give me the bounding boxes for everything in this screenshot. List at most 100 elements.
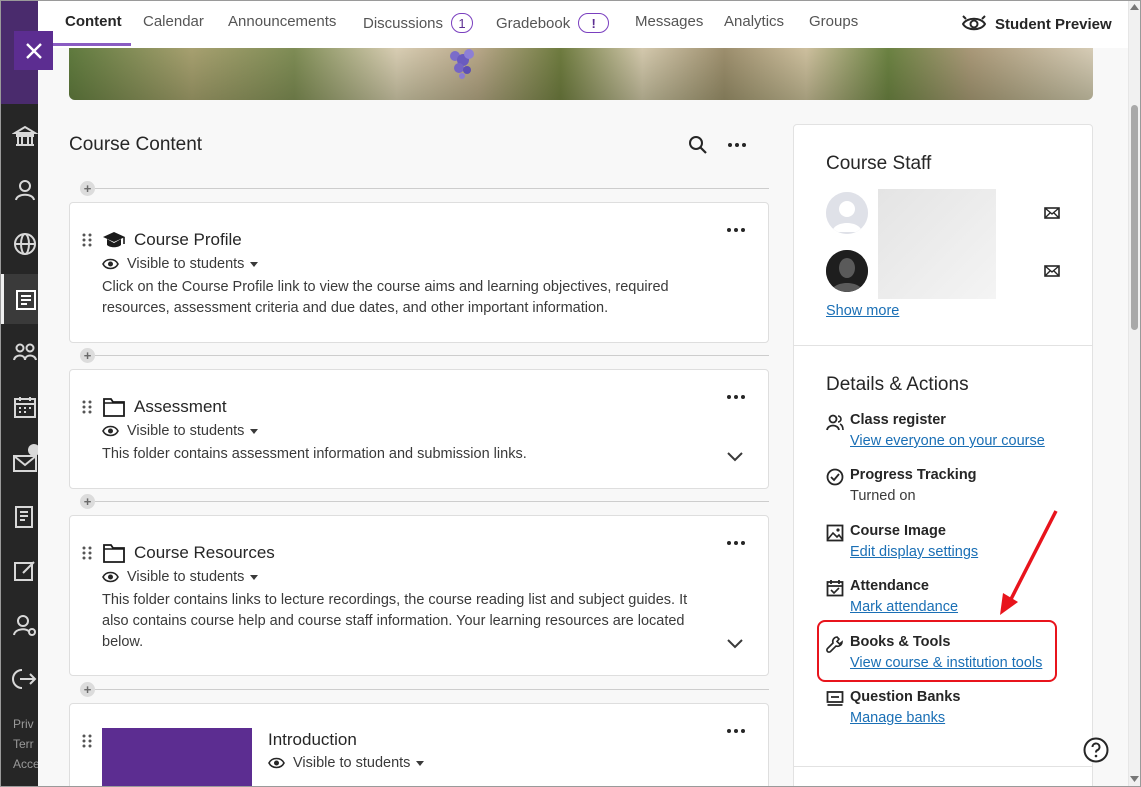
close-icon (25, 42, 42, 59)
content-item-description: This folder contains assessment informat… (102, 446, 527, 462)
globe-icon[interactable] (12, 231, 38, 257)
expand-chevron-icon[interactable] (726, 450, 744, 462)
check-circle-icon (826, 468, 844, 486)
search-icon[interactable] (688, 135, 708, 155)
item-more-options-icon[interactable] (726, 726, 746, 736)
edit-display-settings-link[interactable]: Edit display settings (850, 544, 978, 560)
add-content-button[interactable]: + (80, 181, 95, 196)
tab-content[interactable]: Content (65, 13, 122, 30)
expand-chevron-icon[interactable] (726, 637, 744, 649)
institution-icon[interactable] (12, 123, 38, 149)
add-content-button[interactable]: + (80, 682, 95, 697)
grades-icon[interactable] (12, 504, 38, 530)
more-options-icon[interactable] (726, 135, 748, 155)
gradebook-alert-badge: ! (578, 13, 610, 33)
course-staff-heading: Course Staff (826, 153, 932, 174)
visibility-dropdown[interactable]: Visible to students (102, 256, 259, 272)
mark-attendance-link[interactable]: Mark attendance (850, 599, 958, 615)
visibility-dropdown[interactable]: Visible to students (268, 755, 425, 771)
action-label[interactable]: Progress Tracking (850, 467, 977, 483)
tab-groups[interactable]: Groups (809, 13, 858, 30)
action-label: Attendance (850, 578, 929, 594)
question-bank-icon (826, 691, 844, 706)
content-item-title[interactable]: Course Resources (134, 543, 275, 563)
avatar[interactable] (826, 192, 868, 234)
drag-handle-icon[interactable] (82, 734, 92, 748)
folder-icon (103, 544, 125, 563)
drag-handle-icon[interactable] (82, 546, 92, 560)
student-preview-icon (962, 15, 986, 31)
institution-nav-rail: Priv Terr Acce (0, 0, 38, 787)
content-item-title[interactable]: Assessment (134, 397, 227, 417)
tab-calendar[interactable]: Calendar (143, 13, 204, 30)
email-icon[interactable] (1044, 207, 1060, 219)
tab-gradebook[interactable]: Gradebook ! (496, 13, 610, 33)
discussions-count-badge: 1 (451, 13, 474, 33)
content-item-description: Click on the Course Profile link to view… (102, 279, 669, 316)
eye-icon (102, 571, 119, 583)
course-tabs: Content Calendar Announcements Discussio… (38, 0, 1128, 48)
courses-icon[interactable] (12, 287, 38, 313)
course-banner-image (69, 48, 1093, 100)
chevron-down-icon (250, 428, 259, 434)
introduction-thumbnail (102, 728, 252, 787)
rail-footer-terms[interactable]: Terr (13, 737, 34, 751)
drag-handle-icon[interactable] (82, 400, 92, 414)
admin-icon[interactable] (12, 612, 38, 638)
organizations-icon[interactable] (12, 340, 38, 366)
annotation-arrow (1000, 510, 1058, 615)
add-content-button[interactable]: + (80, 494, 95, 509)
content-item-title[interactable]: Course Profile (134, 230, 242, 250)
action-label: Course Image (850, 523, 946, 539)
close-course-button[interactable] (14, 31, 53, 70)
tab-analytics[interactable]: Analytics (724, 13, 784, 30)
item-more-options-icon[interactable] (726, 225, 746, 235)
item-more-options-icon[interactable] (726, 392, 746, 402)
people-icon (826, 414, 844, 431)
show-more-staff-link[interactable]: Show more (826, 303, 899, 319)
scroll-down-icon[interactable] (1130, 776, 1139, 782)
edit-icon[interactable] (12, 558, 38, 584)
rail-footer-accessibility[interactable]: Acce (13, 757, 38, 771)
folder-icon (103, 398, 125, 417)
content-item-course-resources[interactable]: Course Resources Visible to students Thi… (69, 515, 769, 676)
tab-announcements[interactable]: Announcements (228, 13, 336, 30)
drag-handle-icon[interactable] (82, 233, 92, 247)
avatar[interactable] (826, 250, 868, 292)
content-divider (81, 355, 769, 356)
content-divider (81, 689, 769, 690)
content-divider (81, 188, 769, 189)
eye-icon (102, 425, 119, 437)
content-item-introduction[interactable]: Introduction Visible to students (69, 703, 769, 787)
content-item-title[interactable]: Introduction (268, 730, 357, 750)
profile-icon[interactable] (12, 177, 38, 203)
content-item-course-profile[interactable]: Course Profile Visible to students Click… (69, 202, 769, 343)
visibility-dropdown[interactable]: Visible to students (102, 569, 259, 585)
eye-icon (268, 757, 285, 769)
help-icon[interactable] (1083, 737, 1109, 763)
scroll-up-icon[interactable] (1130, 4, 1139, 10)
class-register-link[interactable]: View everyone on your course (850, 433, 1045, 449)
tab-messages[interactable]: Messages (635, 13, 703, 30)
sign-out-icon[interactable] (12, 666, 38, 692)
visibility-dropdown[interactable]: Visible to students (102, 423, 259, 439)
calendar-icon[interactable] (12, 394, 38, 420)
add-content-button[interactable]: + (80, 348, 95, 363)
graduation-cap-icon (103, 232, 125, 248)
chevron-down-icon (416, 760, 425, 766)
highlight-box (817, 620, 1057, 682)
image-icon (826, 524, 844, 542)
eye-icon (102, 258, 119, 270)
content-item-assessment[interactable]: Assessment Visible to students This fold… (69, 369, 769, 489)
course-content-title: Course Content (69, 134, 203, 155)
student-preview-button[interactable]: Student Preview (962, 14, 1112, 34)
tab-discussions[interactable]: Discussions 1 (363, 13, 474, 33)
rail-active-indicator (0, 274, 4, 324)
item-more-options-icon[interactable] (726, 538, 746, 548)
scrollbar-thumb[interactable] (1131, 105, 1138, 330)
course-details-sidebar: Course Staff Show more Details & Actions (793, 124, 1093, 787)
email-icon[interactable] (1044, 265, 1060, 277)
action-label: Class register (850, 412, 946, 428)
rail-footer-privacy[interactable]: Priv (13, 717, 34, 731)
manage-banks-link[interactable]: Manage banks (850, 710, 945, 726)
